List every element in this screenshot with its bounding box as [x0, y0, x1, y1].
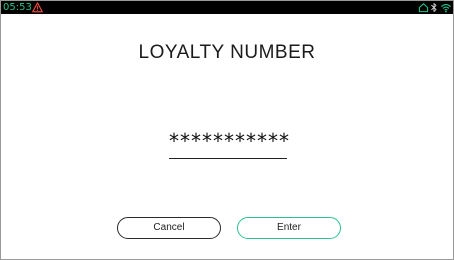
loyalty-number-input[interactable]: ***********	[169, 129, 289, 153]
bluetooth-icon	[431, 3, 437, 12]
warning-icon	[32, 2, 43, 13]
status-bar: 05:53	[1, 1, 453, 14]
home-icon	[418, 3, 429, 13]
input-underline	[169, 158, 287, 159]
cancel-button[interactable]: Cancel	[117, 217, 221, 239]
app-window: 05:53 LOYALTY NUMBER *********** Cancel …	[0, 0, 454, 260]
wifi-icon	[441, 3, 451, 13]
status-time: 05:53	[3, 2, 32, 13]
page-title: LOYALTY NUMBER	[138, 42, 316, 63]
enter-button[interactable]: Enter	[237, 217, 341, 239]
